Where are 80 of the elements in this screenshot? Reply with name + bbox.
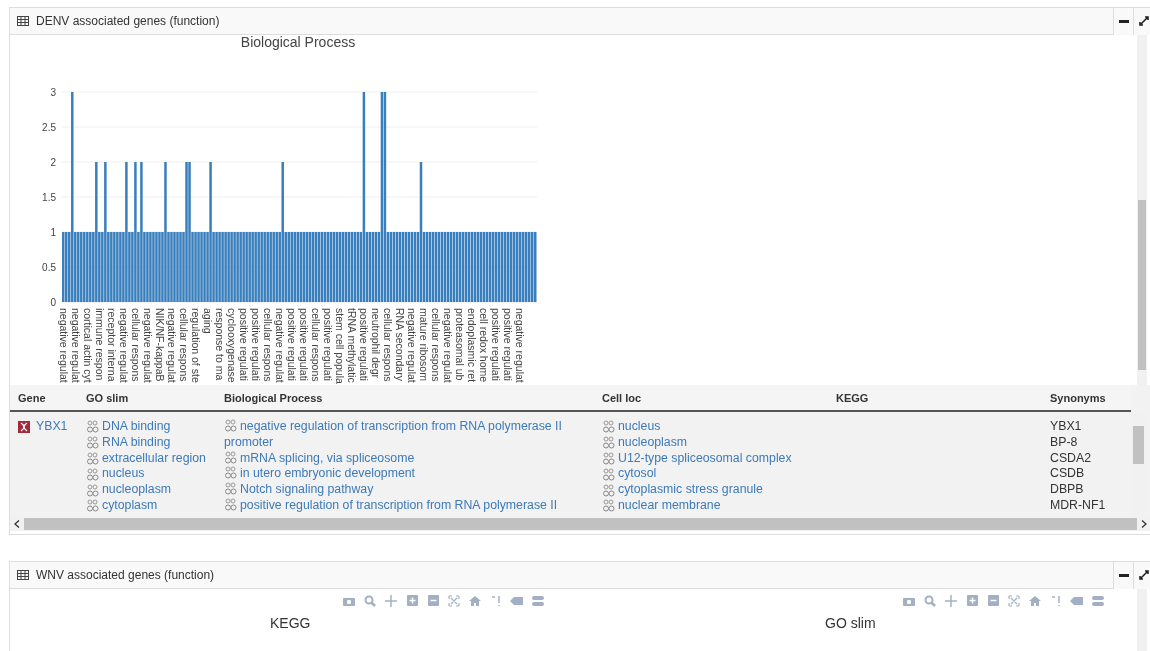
x-tick-label: positive regulati [286, 308, 298, 381]
x-tick-label: immune respon [93, 308, 106, 381]
column-header[interactable]: KEGG [836, 391, 1050, 404]
x-tick-label: cortical actin cyt [81, 308, 94, 383]
panel-title: WNV associated genes (function) [36, 568, 216, 582]
synonym: YBX1 [1050, 419, 1082, 435]
chart-title: GO slim [825, 615, 877, 631]
x-tick-label: regulation of ste [189, 308, 202, 383]
x-tick-label: receptor interna [105, 308, 118, 382]
chart-title: Biological Process [240, 35, 356, 50]
x-tick-label: endoplasmic ret [466, 308, 479, 383]
go-term-link[interactable]: cytosol [618, 466, 657, 483]
go-term-link[interactable]: Notch signaling pathway [224, 482, 602, 498]
y-tick-label: 1.5 [42, 192, 56, 203]
y-tick-label: 2 [50, 157, 56, 168]
gene-link[interactable]: YBX1 [36, 419, 68, 435]
x-tick-label: tRNA methylatic [346, 308, 359, 383]
x-tick-label: stem cell popula [334, 308, 347, 384]
synonym: MDR-NF1 [1050, 498, 1106, 514]
x-tick-label: response to ma [213, 308, 226, 381]
column-header[interactable]: Synonyms [1050, 391, 1130, 404]
go-term-link[interactable]: DNA binding [102, 419, 171, 435]
x-tick-label: positive regulati [298, 308, 310, 381]
x-tick-label: negative regulat [514, 308, 527, 383]
go-term-link[interactable]: U12-type spliceosomal complex [618, 450, 792, 467]
x-tick-label: positive regulati [502, 308, 515, 381]
x-tick-label: positive regulati [237, 308, 250, 381]
x-tick-label: cellular respons [261, 308, 274, 382]
x-tick-label: positive regulati [358, 308, 371, 381]
x-tick-label: cellular respons [129, 308, 142, 382]
x-tick-label: cellular respons [430, 308, 443, 382]
synonym: CSDA2 [1050, 450, 1091, 467]
x-tick-label: negative regulat [117, 308, 130, 383]
panel-title: DENV associated genes (function) [36, 14, 221, 28]
x-tick-label: negative regulat [273, 308, 286, 383]
go-term-link[interactable]: cytoplasmic stress granule [618, 482, 763, 498]
x-tick-label: negative regulat [165, 308, 178, 383]
x-tick-label: cellular respons [382, 308, 395, 382]
go-term-link[interactable]: cytoplasm [102, 498, 158, 514]
x-tick-label: RNA secondary [394, 308, 407, 381]
synonym: BP-8 [1050, 434, 1078, 451]
x-tick-label: negative regulat [442, 308, 455, 383]
go-term-link[interactable]: mRNA splicing, via spliceosome [224, 450, 602, 467]
x-tick-label: cellular respons [177, 308, 190, 382]
x-tick-label: positive regulati [490, 308, 503, 381]
x-tick-label: positive regulati [322, 308, 335, 381]
go-term-link[interactable]: nuclear membrane [618, 498, 721, 514]
column-header[interactable]: Gene [10, 391, 86, 404]
column-header[interactable]: Cell loc [602, 391, 836, 404]
y-tick-label: 2.5 [42, 122, 56, 133]
go-term-link[interactable]: in utero embryonic development [224, 466, 602, 483]
go-term-link[interactable]: nucleus [102, 466, 145, 483]
x-tick-label: NIK/NF-kappaB [153, 308, 166, 382]
y-tick-label: 3 [50, 87, 56, 98]
go-term-link[interactable]: nucleus [618, 419, 661, 435]
x-tick-label: negative regulat [141, 308, 154, 383]
go-term-link[interactable]: nucleoplasm [102, 482, 172, 498]
go-term-link[interactable]: RNA binding [102, 434, 171, 451]
x-tick-label: mature ribosom [418, 308, 431, 381]
y-tick-label: 1 [50, 227, 56, 238]
column-header[interactable]: Biological Process [224, 391, 602, 404]
go-term-link[interactable]: nucleoplasm [618, 434, 688, 451]
x-tick-label: neutrophil degr [370, 308, 383, 379]
x-tick-label: cellular respons [310, 308, 323, 382]
synonym: DBPB [1050, 482, 1084, 498]
x-tick-label: aging [201, 308, 214, 334]
x-tick-label: negative regulat [406, 308, 419, 383]
y-tick-label: 0.5 [42, 262, 56, 273]
x-tick-label: cell redox home [478, 308, 491, 383]
x-tick-label: proteasomal ub [454, 308, 467, 381]
go-term-link[interactable]: positive regulation of transcription from RNA polymerase II [224, 498, 602, 514]
x-tick-label: negative regulat [69, 308, 82, 383]
x-tick-label: cyclooxygenase [225, 308, 238, 383]
chart-title: KEGG [270, 615, 312, 631]
x-tick-label: negative regulat [57, 308, 70, 383]
synonym: CSDB [1050, 466, 1085, 483]
y-tick-label: 0 [50, 297, 56, 308]
column-header[interactable]: GO slim [86, 391, 224, 404]
go-term-link[interactable]: extracellular region [102, 450, 206, 467]
x-tick-label: positive regulati [249, 308, 262, 381]
